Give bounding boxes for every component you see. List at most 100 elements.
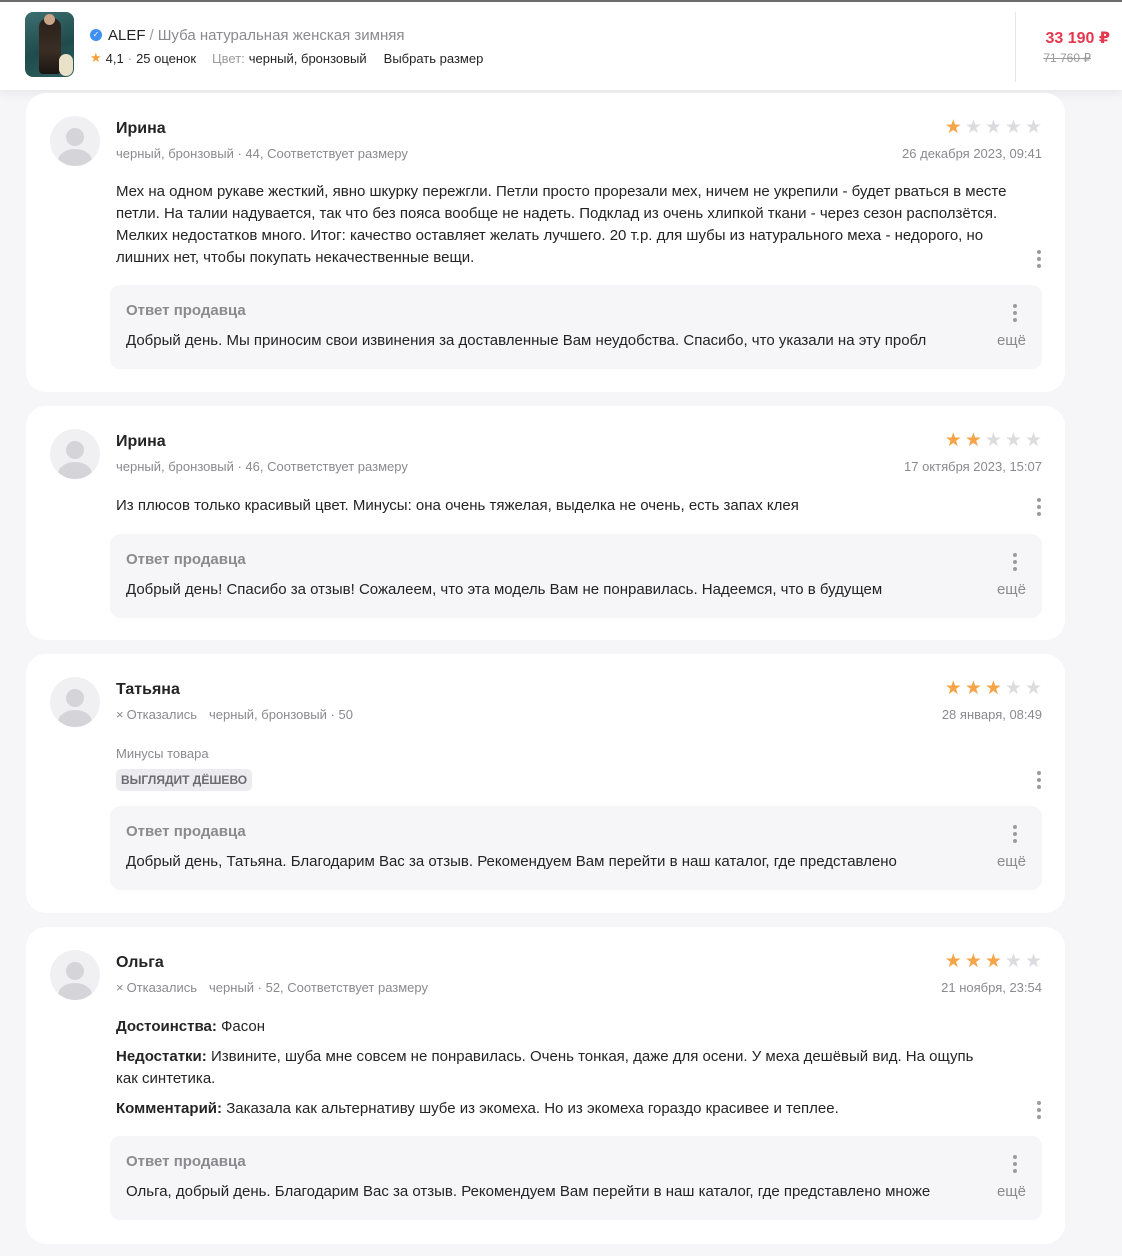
color-label: Цвет:	[212, 50, 245, 66]
cons-label: Минусы товара	[116, 746, 209, 761]
star-icon: ★	[984, 117, 1002, 138]
thumbnail-figure	[39, 18, 61, 74]
star-icon: ★	[984, 678, 1002, 699]
review-meta: черный, бронзовый · 44, Соответствует ра…	[116, 146, 408, 161]
seller-reply-text: Добрый день. Мы приносим свои извинения …	[126, 332, 986, 349]
seller-reply-title: Ответ продавца	[126, 823, 246, 840]
review-rating-stars: ★ ★ ★ ★ ★	[945, 679, 1042, 698]
star-icon: ★	[964, 117, 982, 138]
title-separator: /	[149, 26, 154, 44]
review-meta: черный, бронзовый · 46, Соответствует ра…	[116, 459, 408, 474]
star-icon: ★	[944, 951, 962, 972]
review-more-options-icon[interactable]	[1034, 247, 1044, 271]
review-date: 28 января, 08:49	[941, 707, 1042, 722]
review-text: Мех на одном рукаве жесткий, явно шкурку…	[116, 183, 1007, 266]
old-price: 71 760 ₽	[1043, 51, 1091, 65]
avatar	[50, 429, 100, 479]
seller-reply: Ответ продавца Ольга, добрый день. Благо…	[110, 1136, 1042, 1220]
pros-text: Фасон	[221, 1018, 266, 1035]
refused-label: Отказались	[126, 707, 198, 722]
star-icon: ★	[984, 951, 1002, 972]
expand-reply-link[interactable]: ещё	[997, 1183, 1026, 1200]
rating-star-icon: ★	[90, 50, 102, 65]
review-variant: черный, бронзовый · 50	[209, 707, 353, 722]
star-icon: ★	[1024, 678, 1042, 699]
refused-status: × Отказались	[116, 707, 197, 722]
review-comment: Комментарий: Заказала как альтернативу ш…	[116, 1098, 1016, 1120]
star-icon: ★	[964, 430, 982, 451]
reply-more-options-icon[interactable]	[1010, 1152, 1020, 1176]
seller-reply: Ответ продавца Добрый день! Спасибо за о…	[110, 534, 1042, 618]
reviews-count[interactable]: 25 оценок	[136, 51, 196, 66]
review-pros: Достоинства: Фасон	[116, 1016, 1016, 1038]
star-icon: ★	[1024, 951, 1042, 972]
seller-reply: Ответ продавца Добрый день. Мы приносим …	[110, 285, 1042, 369]
brand-link[interactable]: ALEF	[108, 27, 146, 44]
review-variant: черный, бронзовый · 46, Соответствует ра…	[116, 459, 408, 474]
review-author: Татьяна	[116, 681, 180, 698]
cons-text: Извините, шуба мне совсем не понравилась…	[116, 1048, 974, 1087]
product-name: Шуба натуральная женская зимняя	[157, 26, 405, 44]
current-price: 33 190 ₽	[1045, 30, 1110, 47]
thumbnail-badge	[59, 54, 73, 76]
close-icon: ×	[116, 707, 124, 722]
review-card: Ольга × Отказались черный · 52, Соответст…	[26, 927, 1065, 1244]
thumbnail-figure-head	[44, 14, 55, 25]
star-icon: ★	[1024, 430, 1042, 451]
verified-check-icon: ✓	[90, 29, 102, 41]
star-icon: ★	[984, 430, 1002, 451]
star-icon: ★	[944, 117, 962, 138]
product-header: ✓ ALEF / Шуба натуральная женская зимняя…	[0, 0, 1122, 90]
review-meta: × Отказались черный · 52, Соответствует р…	[116, 980, 428, 995]
review-cons: Недостатки: Извините, шуба мне совсем не…	[116, 1046, 986, 1090]
refused-status: × Отказались	[116, 980, 197, 995]
star-icon: ★	[1004, 951, 1022, 972]
avatar	[50, 950, 100, 1000]
reply-more-options-icon[interactable]	[1010, 822, 1020, 846]
reply-more-options-icon[interactable]	[1010, 550, 1020, 574]
review-text: Из плюсов только красивый цвет. Минусы: …	[116, 497, 799, 514]
comment-label: Комментарий:	[116, 1100, 223, 1117]
review-more-options-icon[interactable]	[1034, 1098, 1044, 1122]
seller-reply-title: Ответ продавца	[126, 1153, 246, 1170]
star-icon: ★	[1004, 117, 1022, 138]
review-meta: × Отказались черный, бронзовый · 50	[116, 707, 353, 722]
review-variant: черный · 52, Соответствует размеру	[209, 980, 428, 995]
product-thumbnail[interactable]	[25, 12, 74, 77]
seller-reply-title: Ответ продавца	[126, 551, 246, 568]
star-icon: ★	[944, 678, 962, 699]
seller-reply: Ответ продавца Добрый день, Татьяна. Бла…	[110, 806, 1042, 890]
avatar	[50, 116, 100, 166]
expand-reply-link[interactable]: ещё	[997, 853, 1026, 870]
star-icon: ★	[1004, 678, 1022, 699]
meta-dot: ·	[127, 50, 133, 66]
star-icon: ★	[1004, 430, 1022, 451]
close-icon: ×	[116, 980, 124, 995]
star-icon: ★	[964, 678, 982, 699]
cons-tag: ВЫГЛЯДИТ ДЁШЕВО	[116, 769, 253, 791]
review-author: Ирина	[116, 433, 166, 450]
review-rating-stars: ★ ★ ★ ★ ★	[945, 431, 1042, 450]
seller-reply-text: Добрый день, Татьяна. Благодарим Вас за …	[126, 853, 897, 870]
seller-reply-title: Ответ продавца	[126, 302, 246, 319]
reply-more-options-icon[interactable]	[1010, 301, 1020, 325]
product-title-row: ✓ ALEF / Шуба натуральная женская зимняя	[90, 26, 404, 44]
review-more-options-icon[interactable]	[1034, 495, 1044, 519]
product-meta-row: ★ 4,1 · 25 оценок Цвет: черный, бронзовы…	[90, 50, 483, 66]
review-more-options-icon[interactable]	[1034, 768, 1044, 792]
review-date: 17 октября 2023, 15:07	[904, 459, 1042, 474]
review-card: Ирина черный, бронзовый · 46, Соответств…	[26, 406, 1065, 640]
color-value: черный, бронзовый	[248, 50, 367, 66]
select-size-link[interactable]: Выбрать размер	[384, 51, 484, 66]
avatar	[50, 677, 100, 727]
review-date: 21 ноября, 23:54	[941, 980, 1042, 995]
product-rating: 4,1	[105, 50, 124, 66]
star-icon: ★	[964, 951, 982, 972]
expand-reply-link[interactable]: ещё	[997, 332, 1026, 349]
review-variant: черный, бронзовый · 44, Соответствует ра…	[116, 146, 408, 161]
expand-reply-link[interactable]: ещё	[997, 581, 1026, 598]
review-rating-stars: ★ ★ ★ ★ ★	[945, 118, 1042, 137]
review-card: Ирина черный, бронзовый · 44, Соответств…	[26, 93, 1065, 392]
review-date: 26 декабря 2023, 09:41	[902, 146, 1042, 161]
review-rating-stars: ★ ★ ★ ★ ★	[945, 952, 1042, 971]
